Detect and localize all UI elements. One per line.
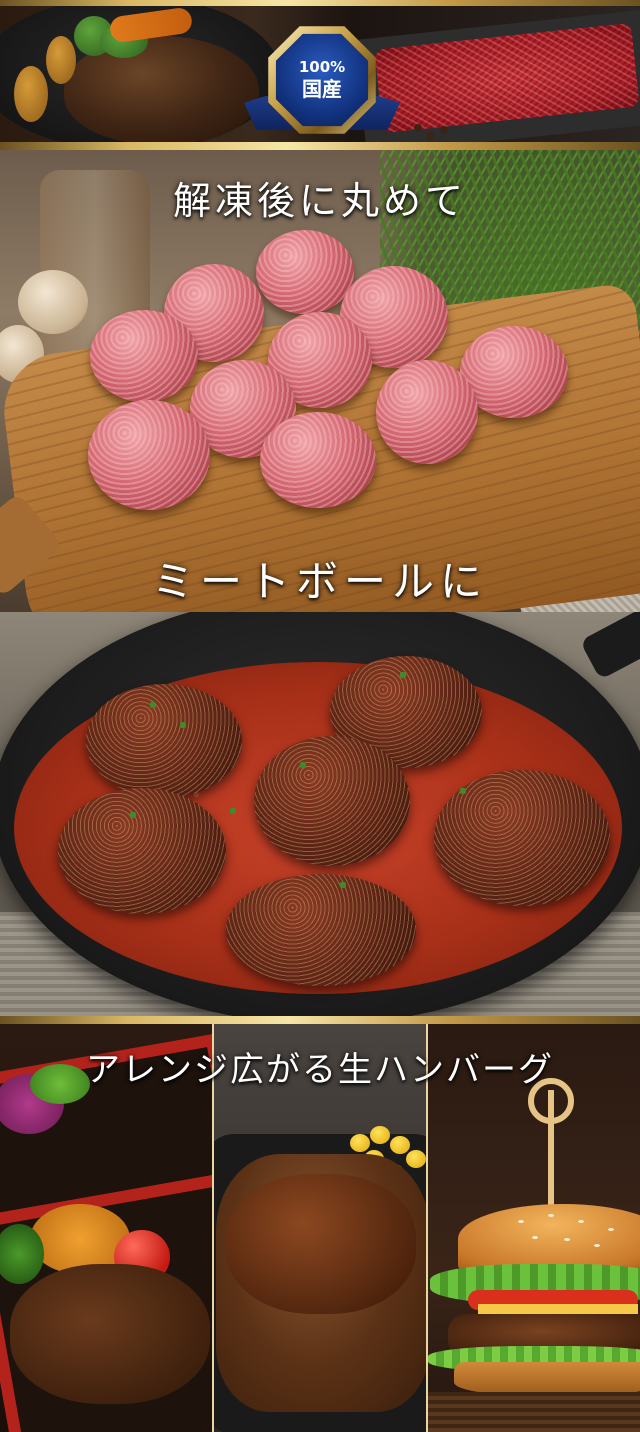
cooked-meatball	[254, 736, 410, 866]
raw-meatball	[90, 310, 198, 402]
garlic-image	[18, 270, 88, 334]
raw-meatball	[88, 400, 210, 510]
sesame-seed	[548, 1214, 554, 1217]
cooked-meatball	[86, 684, 242, 798]
domestic-badge: 100% 国産	[244, 24, 400, 136]
raw-meatball	[256, 230, 354, 314]
badge-percent: 100%	[298, 57, 346, 76]
peppercorn	[426, 132, 434, 140]
arrangement-caption: アレンジ広がる生ハンバーグ	[86, 1050, 554, 1090]
skillet-handle-image	[579, 612, 640, 680]
parsley-garnish	[340, 882, 346, 888]
meatball-dish-photo	[0, 612, 640, 1018]
parsley-garnish	[130, 812, 136, 818]
corn-image	[406, 1150, 426, 1168]
peppercorn	[414, 124, 422, 132]
burger-bun-bottom-image	[454, 1362, 640, 1396]
hero-banner: 100% 国産	[0, 6, 640, 144]
demi-glace-sauce-image	[226, 1174, 416, 1314]
cooked-meatball	[226, 874, 416, 986]
sesame-seed	[594, 1244, 600, 1247]
hamburg-in-bento-image	[10, 1264, 210, 1404]
corn-image	[390, 1136, 410, 1154]
meatball-prep-caption: 解凍後に丸めて	[172, 179, 467, 223]
parsley-garnish	[230, 808, 236, 814]
product-page: 100% 国産 解凍後に丸めて ミートボールに アレンジ広がる生ハンバーグ	[0, 0, 640, 1432]
sesame-seed	[578, 1220, 584, 1223]
badge-label: 国産	[302, 76, 342, 101]
potato-image	[46, 36, 76, 84]
sesame-seed	[564, 1238, 570, 1241]
parsley-garnish	[400, 672, 406, 678]
peppercorn	[440, 126, 448, 134]
gold-divider	[0, 1016, 640, 1024]
raw-meatball	[260, 412, 376, 508]
parsley-garnish	[300, 762, 306, 768]
parsley-garnish	[180, 722, 186, 728]
gold-divider	[0, 142, 640, 150]
parsley-garnish	[150, 702, 156, 708]
sesame-seed	[518, 1220, 524, 1223]
sesame-seed	[532, 1236, 538, 1239]
potato-image	[14, 66, 48, 122]
corn-image	[350, 1134, 370, 1152]
corn-image	[370, 1126, 390, 1144]
sesame-seed	[608, 1228, 614, 1231]
wooden-board-image	[428, 1392, 640, 1432]
meatball-dish-caption: ミートボールに	[151, 557, 488, 606]
raw-meatball	[376, 360, 478, 464]
cooked-meatball	[58, 788, 226, 914]
parsley-garnish	[460, 788, 466, 794]
